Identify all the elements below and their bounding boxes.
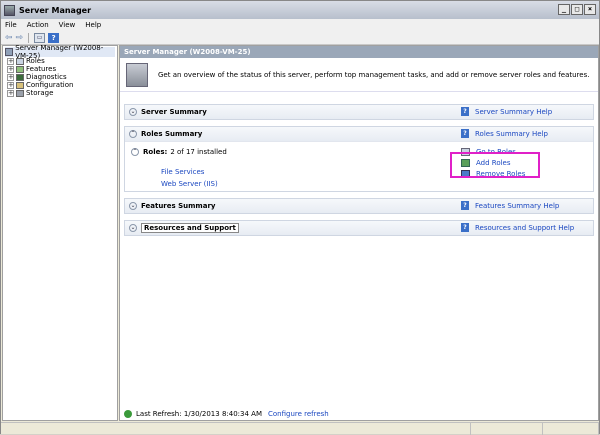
help-icon: ? <box>461 201 469 210</box>
help-icon: ? <box>461 129 469 138</box>
storage-icon <box>16 89 24 97</box>
status-cell <box>471 423 543 435</box>
console-tree-icon[interactable]: ▭ <box>34 32 46 43</box>
roles-icon <box>16 57 24 65</box>
overview-banner: Get an overview of the status of this se… <box>120 58 598 92</box>
status-cell <box>1 423 471 435</box>
main-pane: Server Manager (W2008-VM-25) Get an over… <box>119 45 599 421</box>
toolbar-separator <box>28 32 30 43</box>
refresh-icon[interactable] <box>124 410 132 418</box>
minimize-button[interactable]: _ <box>558 4 570 15</box>
help-icon: ? <box>461 223 469 232</box>
expand-icon[interactable]: + <box>7 65 14 73</box>
server-summary-help-link[interactable]: Server Summary Help <box>475 108 552 116</box>
navigation-tree: Server Manager (W2008-VM-25) + Roles + F… <box>2 44 118 421</box>
diagnostics-icon <box>16 73 24 81</box>
status-bar <box>1 422 599 435</box>
expand-chevron-icon[interactable]: ⌄ <box>129 202 137 210</box>
section-title: Server Summary <box>141 108 207 116</box>
title-bar: Server Manager _ □ × <box>1 1 599 19</box>
menu-view[interactable]: View <box>59 21 76 29</box>
close-button[interactable]: × <box>584 4 596 15</box>
configuration-icon <box>16 81 24 89</box>
roles-summary-section: ⌃ Roles Summary ? Roles Summary Help ⌃ R… <box>124 126 594 192</box>
configure-refresh-link[interactable]: Configure refresh <box>268 410 329 418</box>
forward-arrow-icon[interactable]: ⇨ <box>16 33 24 43</box>
menu-bar: File Action View Help <box>1 19 599 31</box>
expand-chevron-icon[interactable]: ⌄ <box>129 224 137 232</box>
window-title: Server Manager <box>19 5 92 15</box>
tree-item-label: Storage <box>26 89 54 97</box>
collapse-chevron-icon[interactable]: ⌃ <box>129 130 137 138</box>
tree-item-diagnostics[interactable]: + Diagnostics <box>5 73 115 81</box>
resources-support-section: ⌄ Resources and Support ? Resources and … <box>124 220 594 236</box>
resources-support-help-link[interactable]: Resources and Support Help <box>475 224 574 232</box>
add-roles-highlight <box>450 152 540 178</box>
help-icon[interactable]: ? <box>48 32 60 43</box>
roles-count: 2 of 17 installed <box>170 148 227 156</box>
expand-icon[interactable]: + <box>7 57 14 65</box>
server-icon <box>126 62 148 87</box>
server-summary-section: ⌄ Server Summary ? Server Summary Help <box>124 104 594 120</box>
role-link-web-server[interactable]: Web Server (IIS) <box>161 180 218 188</box>
section-title[interactable]: Resources and Support <box>141 223 239 233</box>
server-manager-icon <box>4 4 15 16</box>
server-icon <box>5 48 14 56</box>
toolbar: ⇦ ⇨ ▭ ? <box>1 31 599 45</box>
server-manager-window: Server Manager _ □ × File Action View He… <box>0 0 600 435</box>
roles-label: Roles: <box>143 148 168 156</box>
status-cell <box>543 423 599 435</box>
help-icon: ? <box>461 107 469 116</box>
main-header: Server Manager (W2008-VM-25) <box>120 46 598 58</box>
tree-item-label: Roles <box>26 57 45 65</box>
role-link-file-services[interactable]: File Services <box>161 168 218 176</box>
refresh-footer: Last Refresh: 1/30/2013 8:40:34 AM Confi… <box>120 408 598 420</box>
last-refresh-text: Last Refresh: 1/30/2013 8:40:34 AM <box>136 410 262 418</box>
expand-icon[interactable]: + <box>7 81 14 89</box>
back-arrow-icon[interactable]: ⇦ <box>5 33 13 43</box>
features-summary-section: ⌄ Features Summary ? Features Summary He… <box>124 198 594 214</box>
features-icon <box>16 65 24 73</box>
tree-item-label: Diagnostics <box>26 73 67 81</box>
tree-item-label: Configuration <box>26 81 74 89</box>
section-title: Roles Summary <box>141 130 203 138</box>
features-summary-help-link[interactable]: Features Summary Help <box>475 202 559 210</box>
expand-chevron-icon[interactable]: ⌄ <box>129 108 137 116</box>
collapse-chevron-icon[interactable]: ⌃ <box>131 148 139 156</box>
menu-file[interactable]: File <box>5 21 17 29</box>
tree-item-label: Features <box>26 65 57 73</box>
tree-item-features[interactable]: + Features <box>5 65 115 73</box>
menu-help[interactable]: Help <box>85 21 101 29</box>
roles-summary-help-link[interactable]: Roles Summary Help <box>475 130 548 138</box>
expand-icon[interactable]: + <box>7 73 14 81</box>
section-title: Features Summary <box>141 202 216 210</box>
tree-root-server-manager[interactable]: Server Manager (W2008-VM-25) <box>5 44 115 60</box>
maximize-button[interactable]: □ <box>571 4 583 15</box>
menu-action[interactable]: Action <box>27 21 49 29</box>
roles-body: ⌃ Roles: 2 of 17 installed File Services… <box>125 141 593 191</box>
expand-icon[interactable]: + <box>7 89 14 97</box>
tree-item-storage[interactable]: + Storage <box>5 89 115 97</box>
tree-item-configuration[interactable]: + Configuration <box>5 81 115 89</box>
overview-text: Get an overview of the status of this se… <box>158 70 590 79</box>
